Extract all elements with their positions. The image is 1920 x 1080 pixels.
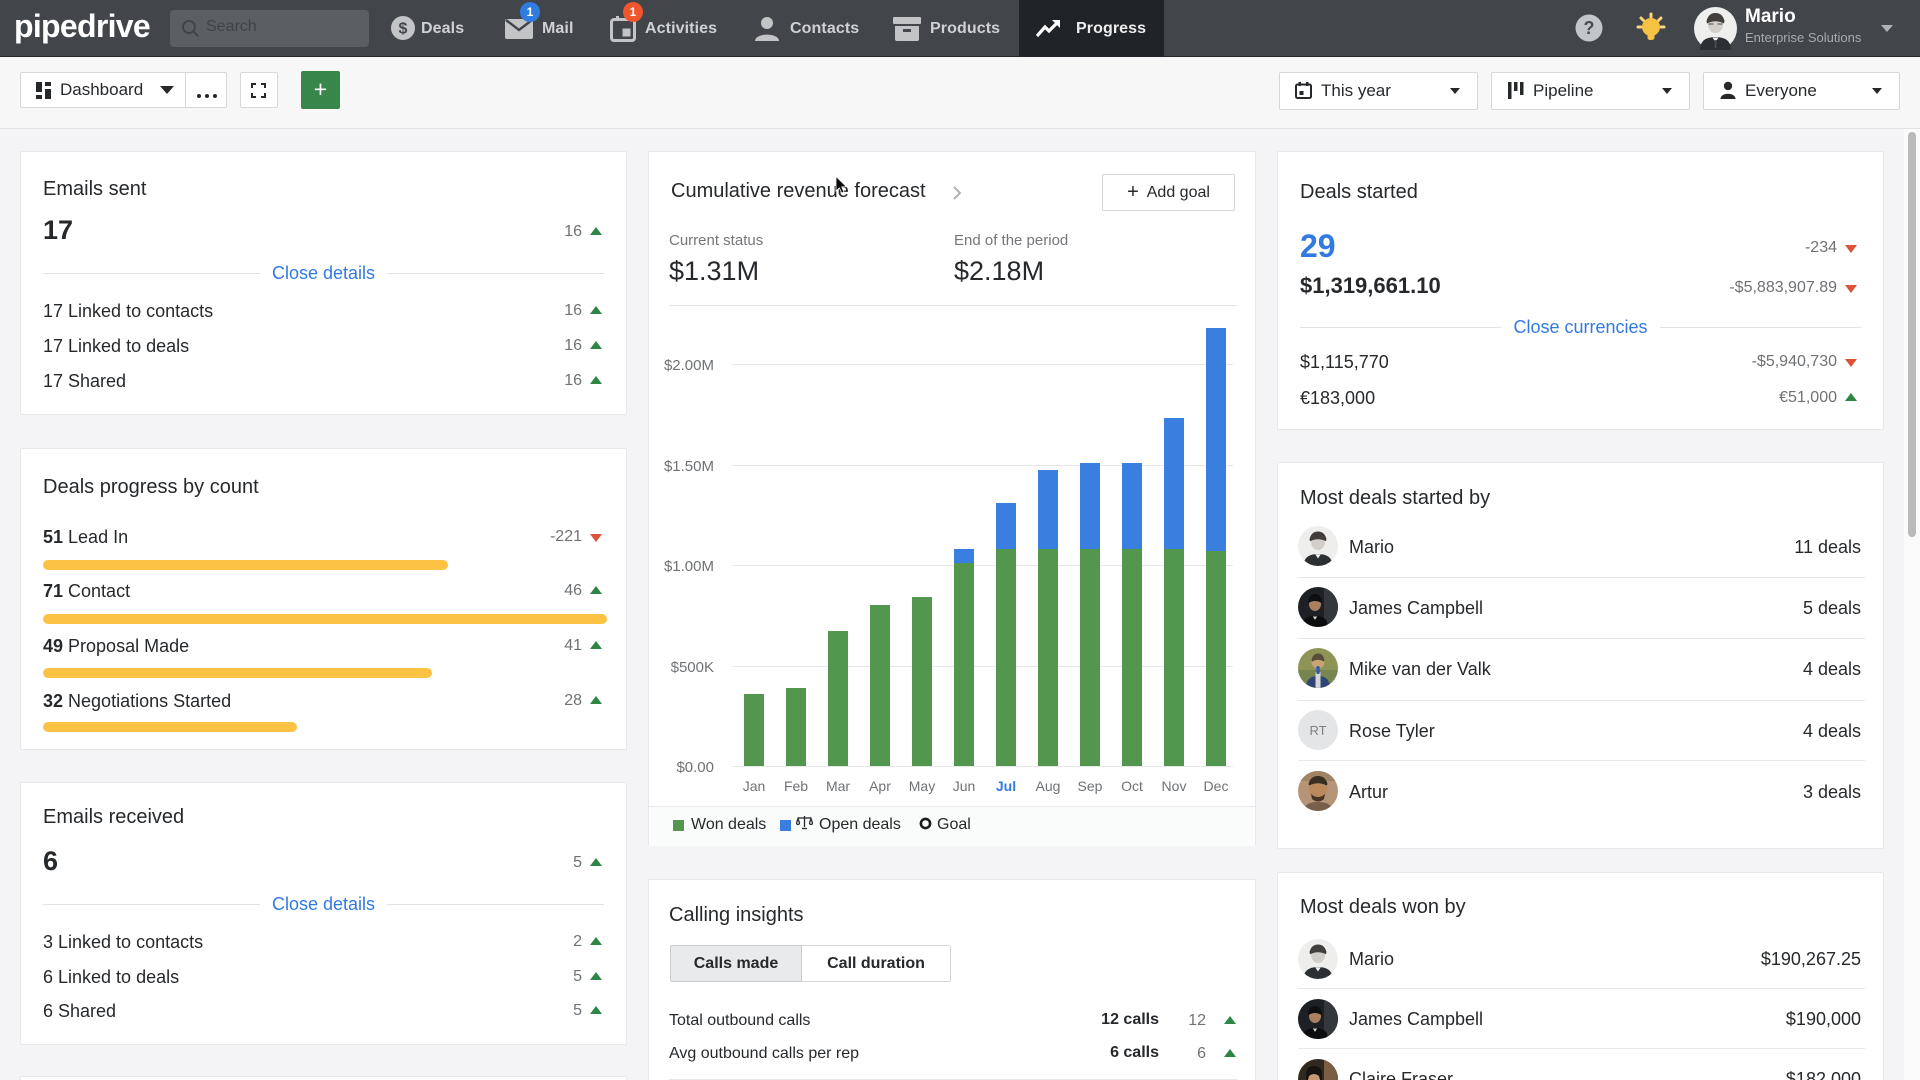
svg-text:RT: RT — [1309, 723, 1326, 738]
svg-text:$: $ — [399, 21, 408, 38]
svg-text:?: ? — [1584, 18, 1595, 38]
